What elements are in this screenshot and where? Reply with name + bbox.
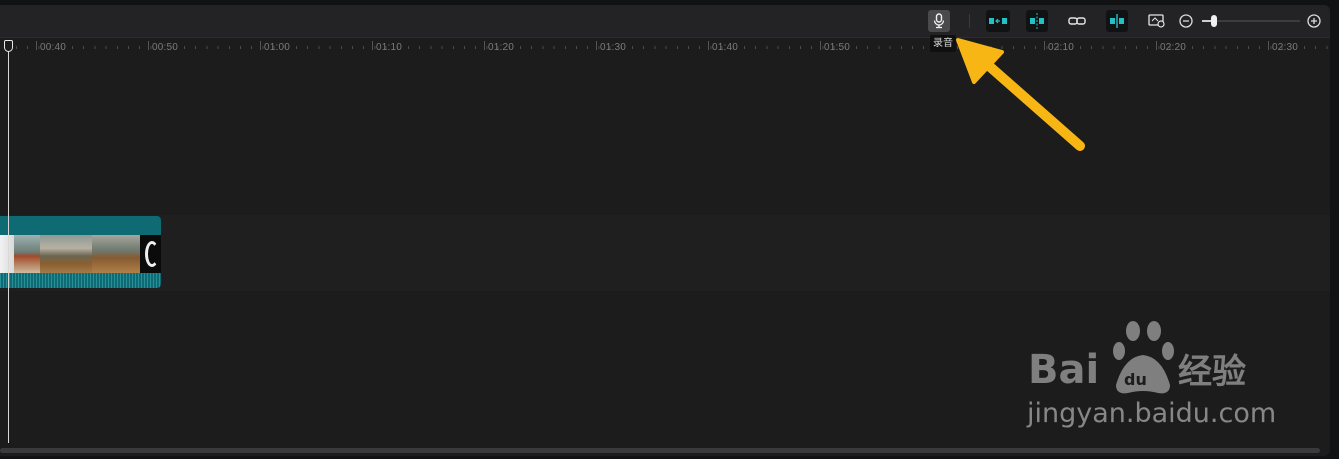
link-button[interactable] [1066,10,1088,32]
link-icon [1068,17,1086,25]
ruler-major-tick [1268,41,1269,50]
ruler-minor-ticks [16,46,1330,49]
zoom-out-icon[interactable] [1178,13,1194,29]
playhead-handle[interactable] [4,40,13,52]
audio-waveform [0,273,161,288]
preview-axis-icon [1148,14,1165,28]
freeze-frame-icon [1030,13,1044,29]
clip-thumbnail [40,235,92,273]
split-left-button[interactable] [986,10,1010,32]
main-video-track[interactable] [0,215,1330,291]
ruler-major-tick [708,41,709,50]
ruler-major-tick [1156,41,1157,50]
freeze-frame-button[interactable] [1026,10,1048,32]
ruler-label: 01:20 [488,42,515,53]
svg-text:du: du [1124,370,1147,389]
ruler-major-tick [260,41,261,50]
ruler-major-tick [36,41,37,50]
time-ruler[interactable]: 00:40 00:50 01:00 01:10 01:20 01:30 01:4… [0,38,1330,56]
svg-text:Bai: Bai [1028,347,1099,393]
ruler-major-tick [148,41,149,50]
ruler-major-tick [484,41,485,50]
split-left-icon [989,18,1007,24]
ruler-label: 02:20 [1160,42,1187,53]
clip-thumbnails [0,235,161,273]
ruler-label: 01:50 [824,42,851,53]
timeline-toolbar [0,5,1330,38]
timeline-panel-window: 00:40 00:50 01:00 01:10 01:20 01:30 01:4… [0,0,1339,459]
clip-thumbnail [140,235,161,273]
ruler-label: 01:30 [600,42,627,53]
ruler-label: 02:30 [1272,42,1299,53]
preview-axis-button[interactable] [1146,10,1168,32]
zoom-slider[interactable] [1202,15,1300,27]
ruler-label: 00:50 [152,42,179,53]
split-button[interactable] [1106,10,1128,32]
zoom-in-icon[interactable] [1306,13,1322,29]
ruler-label: 01:10 [376,42,403,53]
ruler-major-tick [372,41,373,50]
watermark-url: jingyan.baidu.com [1027,398,1277,429]
svg-text:经验: 经验 [1178,352,1246,392]
video-clip[interactable] [0,216,161,288]
clip-thumbnail [14,235,40,273]
playhead-line[interactable] [8,45,9,443]
clip-thumbnail [0,235,14,273]
ruler-major-tick [596,41,597,50]
split-icon [1110,14,1124,28]
ruler-major-tick [820,41,821,50]
ruler-label: 01:40 [712,42,739,53]
toolbar-divider [969,14,970,28]
ruler-label: 00:40 [40,42,67,53]
record-voice-button[interactable] [928,10,950,32]
horizontal-scrollbar[interactable] [0,448,1320,453]
microphone-icon [933,13,945,29]
yellow-pointer-arrow-icon [956,38,1085,151]
clip-thumbnail [92,235,140,273]
ruler-label: 01:00 [264,42,291,53]
zoom-slider-handle[interactable] [1211,15,1217,27]
